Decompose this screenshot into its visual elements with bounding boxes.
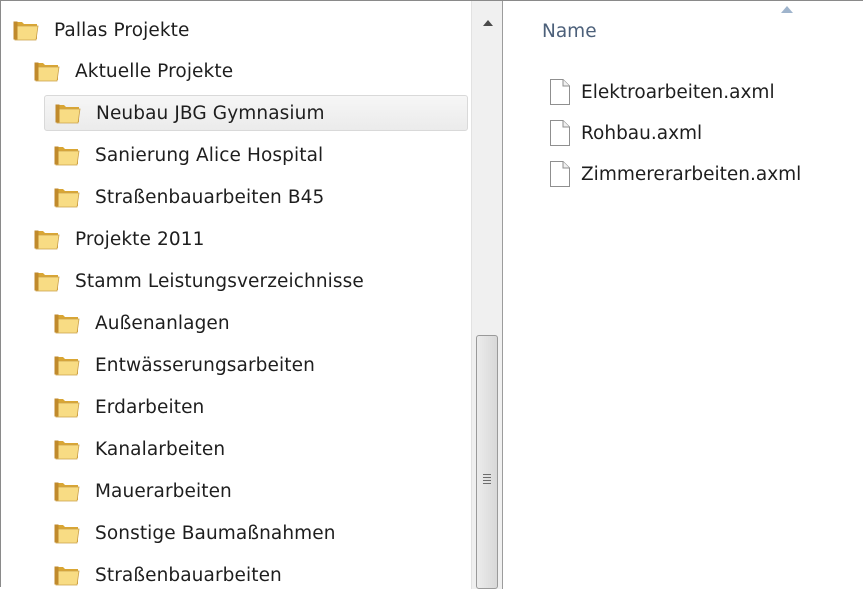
folder-icon bbox=[54, 398, 80, 418]
scroll-up-arrow-icon bbox=[482, 19, 493, 26]
file-icon bbox=[550, 161, 570, 187]
tree-item-sanierung-alice-hospital[interactable]: Sanierung Alice Hospital bbox=[54, 137, 323, 173]
tree-item-mauerarbeiten[interactable]: Mauerarbeiten bbox=[54, 473, 232, 509]
tree-item-stamm-leistungsverzeichnisse[interactable]: Stamm Leistungsverzeichnisse bbox=[34, 263, 364, 299]
tree-item-neubau-jbg-gymnasium[interactable]: Neubau JBG Gymnasium bbox=[44, 95, 468, 131]
folder-icon bbox=[54, 356, 80, 376]
folder-icon bbox=[34, 272, 60, 292]
folder-icon bbox=[54, 440, 80, 460]
folder-icon bbox=[34, 230, 60, 250]
file-icon bbox=[550, 79, 570, 105]
file-icon bbox=[550, 120, 570, 146]
column-header-name[interactable]: Name bbox=[542, 21, 597, 42]
folder-icon bbox=[54, 314, 80, 334]
tree-item-aktuelle-projekte[interactable]: Aktuelle Projekte bbox=[34, 53, 233, 89]
tree-item-label: Sonstige Baumaßnahmen bbox=[95, 522, 336, 544]
tree-item-label: Kanalarbeiten bbox=[95, 438, 226, 460]
tree-item-kanalarbeiten[interactable]: Kanalarbeiten bbox=[54, 431, 225, 467]
tree-item-label: Projekte 2011 bbox=[75, 228, 205, 250]
file-name: Zimmererarbeiten.axml bbox=[581, 163, 802, 185]
tree-item-label: Erdarbeiten bbox=[95, 396, 205, 418]
file-row-zimmererarbeiten[interactable]: Zimmererarbeiten.axml bbox=[549, 158, 801, 190]
tree-vertical-scrollbar[interactable] bbox=[471, 1, 503, 589]
tree-item-entwaesserungsarbeiten[interactable]: Entwässerungsarbeiten bbox=[54, 347, 315, 383]
file-row-rohbau[interactable]: Rohbau.axml bbox=[549, 117, 702, 149]
file-name: Elektroarbeiten.axml bbox=[581, 81, 775, 103]
tree-item-label: Außenanlagen bbox=[95, 312, 230, 334]
folder-icon bbox=[54, 524, 80, 544]
tree-item-label: Aktuelle Projekte bbox=[75, 60, 234, 82]
file-list-pane: Name Elektroarbeiten.axml Rohbau.axml Zi… bbox=[504, 1, 864, 589]
explorer-window: Pallas Projekte Aktuelle Projekte Neubau… bbox=[0, 0, 864, 589]
tree-item-label: Straßenbauarbeiten B45 bbox=[95, 186, 325, 208]
scroll-up-button[interactable] bbox=[472, 1, 503, 43]
folder-icon bbox=[54, 188, 80, 208]
folder-icon bbox=[13, 21, 39, 41]
tree-item-pallas-projekte[interactable]: Pallas Projekte bbox=[13, 12, 190, 48]
tree-item-label: Neubau JBG Gymnasium bbox=[96, 102, 325, 124]
tree-item-label: Straßenbauarbeiten bbox=[95, 564, 282, 586]
tree-item-label: Pallas Projekte bbox=[54, 19, 190, 41]
folder-icon bbox=[55, 104, 81, 124]
tree-item-label: Entwässerungsarbeiten bbox=[95, 354, 315, 376]
tree-item-sonstige-baumassnahmen[interactable]: Sonstige Baumaßnahmen bbox=[54, 515, 336, 551]
tree-item-strassenbauarbeiten[interactable]: Straßenbauarbeiten bbox=[54, 557, 282, 589]
sort-ascending-icon bbox=[781, 6, 793, 13]
navigation-tree[interactable]: Pallas Projekte Aktuelle Projekte Neubau… bbox=[2, 1, 469, 589]
tree-item-label: Mauerarbeiten bbox=[95, 480, 232, 502]
tree-item-erdarbeiten[interactable]: Erdarbeiten bbox=[54, 389, 204, 425]
tree-item-label: Stamm Leistungsverzeichnisse bbox=[75, 270, 364, 292]
folder-icon bbox=[34, 62, 60, 82]
tree-item-projekte-2011[interactable]: Projekte 2011 bbox=[34, 221, 204, 257]
tree-item-strassenbauarbeiten-b45[interactable]: Straßenbauarbeiten B45 bbox=[54, 179, 324, 215]
folder-icon bbox=[54, 482, 80, 502]
scroll-thumb[interactable] bbox=[476, 335, 498, 589]
scroll-grip-icon bbox=[483, 474, 491, 486]
folder-icon bbox=[54, 146, 80, 166]
tree-item-label: Sanierung Alice Hospital bbox=[95, 144, 324, 166]
file-row-elektroarbeiten[interactable]: Elektroarbeiten.axml bbox=[549, 76, 775, 108]
folder-icon bbox=[54, 566, 80, 586]
tree-item-aussenanlagen[interactable]: Außenanlagen bbox=[54, 305, 230, 341]
file-name: Rohbau.axml bbox=[581, 122, 703, 144]
